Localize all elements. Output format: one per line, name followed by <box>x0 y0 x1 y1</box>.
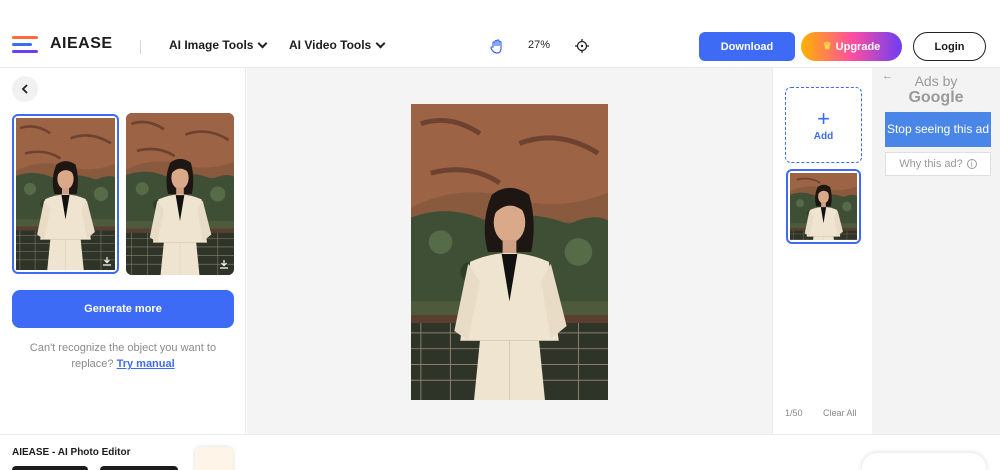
chevron-down-icon <box>258 38 268 48</box>
manual-hint: Can't recognize the object you want to r… <box>12 340 234 372</box>
image-count: 1/50 <box>785 408 803 418</box>
reference-thumbnail[interactable] <box>786 169 861 244</box>
bottom-banner: AIEASE - AI Photo Editor <box>0 434 1000 470</box>
main-image <box>411 104 608 400</box>
zoom-level: 27% <box>528 39 551 51</box>
chevron-left-icon <box>21 84 28 94</box>
logo[interactable]: AIEASE <box>12 34 113 54</box>
editor-canvas[interactable] <box>247 68 772 434</box>
ads-by-label: Ads by <box>914 73 958 89</box>
info-icon: i <box>966 159 977 169</box>
login-button[interactable]: Login <box>913 32 986 61</box>
crown-icon: ♛ <box>822 41 832 52</box>
nav-label: AI Video Tools <box>289 38 372 52</box>
stop-seeing-ad-button[interactable]: Stop seeing this ad <box>885 112 991 147</box>
upgrade-label: Upgrade <box>835 40 881 53</box>
hand-tool-icon[interactable] <box>489 38 505 54</box>
upgrade-button[interactable]: ♛ Upgrade <box>801 32 902 61</box>
download-button[interactable]: Download <box>699 32 795 61</box>
app-store-button[interactable] <box>12 466 88 470</box>
result-image <box>16 118 115 270</box>
top-header: AIEASE AI Image Tools AI Video Tools 27%… <box>0 0 1000 68</box>
result-image <box>126 113 234 275</box>
why-label: Why this ad? <box>899 158 963 170</box>
app-promo-title: AIEASE - AI Photo Editor <box>12 447 131 458</box>
download-icon[interactable] <box>102 256 112 266</box>
add-label: Add <box>813 130 834 142</box>
back-button[interactable] <box>12 76 38 102</box>
generate-more-button[interactable]: Generate more <box>12 290 234 328</box>
result-thumbnail-2[interactable] <box>126 113 234 275</box>
right-panel: + Add 1/50 Clear All <box>772 68 872 434</box>
nav-label: AI Image Tools <box>169 38 254 52</box>
left-panel: Generate more Can't recognize the object… <box>0 68 246 434</box>
try-manual-link[interactable]: Try manual <box>117 358 175 370</box>
floating-widget[interactable] <box>862 453 986 470</box>
logo-icon <box>12 34 42 54</box>
plus-icon: + <box>817 105 830 131</box>
crosshair-icon[interactable] <box>574 38 590 54</box>
logo-text: AIEASE <box>50 35 113 52</box>
header-divider <box>140 40 141 54</box>
nav-ai-image-tools[interactable]: AI Image Tools <box>169 38 268 52</box>
ad-panel: ← Ads by Google Stop seeing this ad Why … <box>872 68 1000 434</box>
app-window: AIEASE AI Image Tools AI Video Tools 27%… <box>0 0 1000 470</box>
why-this-ad-button[interactable]: Why this ad? i <box>885 152 991 176</box>
google-label: Google <box>908 89 964 106</box>
add-image-button[interactable]: + Add <box>785 87 862 163</box>
phone-mockup-image <box>195 447 233 470</box>
result-thumbnail-1[interactable] <box>12 114 119 274</box>
photo-preview <box>411 104 608 400</box>
clear-all-button[interactable]: Clear All <box>823 408 857 418</box>
download-icon[interactable] <box>219 259 229 269</box>
google-play-button[interactable] <box>100 466 178 470</box>
chevron-down-icon <box>375 38 386 48</box>
nav-ai-video-tools[interactable]: AI Video Tools <box>289 38 386 52</box>
reference-image <box>790 173 857 240</box>
